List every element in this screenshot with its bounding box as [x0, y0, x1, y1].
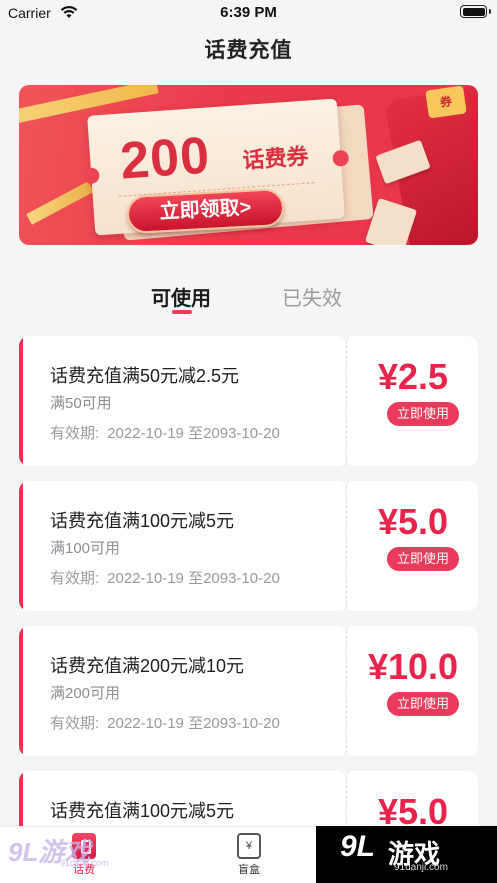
coupon-value-panel: ¥5.0 立即使用: [346, 481, 478, 611]
page-title: 话费充值: [204, 39, 293, 62]
coupon-amount: ¥2.5: [377, 356, 449, 397]
coupon-card: 话费充值满100元减5元 满100可用 有效期: 2022-10-19 至2093…: [19, 481, 478, 611]
coupon-info: 话费充值满100元减5元 满100可用 有效期: 2022-10-19 至2093…: [19, 481, 345, 611]
coupon-title: 话费充值满100元减5元: [50, 801, 235, 821]
tabbar-item-blind-box[interactable]: ¥ 盲盒: [219, 833, 279, 877]
banner-amount: 200: [118, 126, 212, 191]
watermark-url: 91danji.com: [60, 858, 109, 868]
promo-banner[interactable]: 200 话费券 立即领取> 券 优惠: [19, 85, 478, 245]
coupon-condition: 满200可用: [50, 685, 121, 702]
coupon-amount: ¥5.0: [377, 501, 449, 542]
use-now-button[interactable]: 立即使用: [387, 547, 459, 571]
active-tab-indicator: [172, 310, 192, 314]
tab-available[interactable]: 可使用: [151, 282, 211, 311]
tab-expired[interactable]: 已失效: [282, 282, 342, 311]
coupon-info: 话费充值满50元减2.5元 满50可用 有效期: 2022-10-19 至2093…: [19, 336, 345, 466]
coupon-title: 话费充值满200元减10元: [50, 656, 245, 676]
coupon-card: 话费充值满50元减2.5元 满50可用 有效期: 2022-10-19 至2093…: [19, 336, 478, 466]
coupon-badge: 券: [425, 85, 467, 119]
box-icon: ¥: [237, 833, 261, 859]
status-bar: Carrier 6:39 PM: [0, 0, 497, 26]
use-now-button[interactable]: 立即使用: [387, 692, 459, 716]
coupon-condition: 满50可用: [50, 395, 112, 412]
coupon-validity: 有效期: 2022-10-19 至2093-10-20: [50, 715, 280, 732]
coupon-card: 话费充值满200元减10元 满200可用 有效期: 2022-10-19 至209…: [19, 626, 478, 756]
coupon-validity: 有效期: 2022-10-19 至2093-10-20: [50, 425, 280, 442]
tabbar-label: 盲盒: [238, 864, 260, 876]
watermark-logo: 9L: [340, 830, 376, 863]
coupon-title: 话费充值满50元减2.5元: [50, 366, 240, 386]
watermark-url: 91danji.com: [394, 862, 448, 873]
battery-icon: [460, 5, 491, 18]
clock: 6:39 PM: [220, 4, 277, 21]
coupon-info: 话费充值满200元减10元 满200可用 有效期: 2022-10-19 至209…: [19, 626, 345, 756]
coupon-title: 话费充值满100元减5元: [50, 511, 235, 531]
banner-word: 话费券: [241, 143, 310, 174]
coupon-amount: ¥10.0: [367, 646, 459, 687]
coupon-condition: 满100可用: [50, 540, 121, 557]
coupon-value-panel: ¥10.0 立即使用: [346, 626, 478, 756]
ribbon-decoration: [26, 181, 94, 225]
coupon-validity: 有效期: 2022-10-19 至2093-10-20: [50, 570, 280, 587]
use-now-button[interactable]: 立即使用: [387, 402, 459, 426]
coupon-value-panel: ¥2.5 立即使用: [346, 336, 478, 466]
